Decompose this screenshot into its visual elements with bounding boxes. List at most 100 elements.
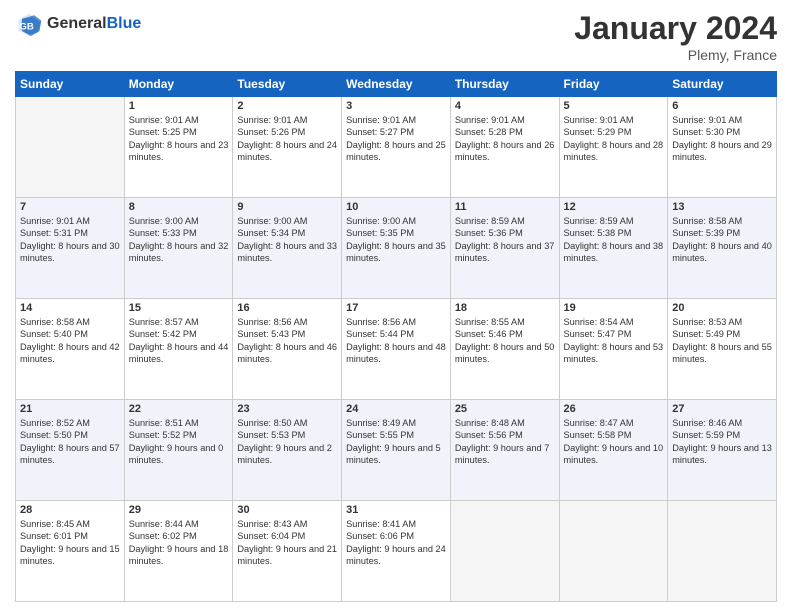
- sunset-text: Sunset: 5:58 PM: [564, 430, 632, 440]
- svg-text:GB: GB: [19, 21, 33, 32]
- daylight-text: Daylight: 8 hours and 48 minutes.: [346, 342, 446, 364]
- sunrise-text: Sunrise: 8:58 AM: [20, 317, 90, 327]
- month-year-title: January 2024: [574, 10, 777, 47]
- calendar-table: Sunday Monday Tuesday Wednesday Thursday…: [15, 71, 777, 602]
- day-number: 26: [564, 403, 664, 415]
- sunset-text: Sunset: 5:26 PM: [237, 127, 305, 137]
- sunset-text: Sunset: 5:50 PM: [20, 430, 88, 440]
- sunset-text: Sunset: 5:43 PM: [237, 329, 305, 339]
- header-friday: Friday: [559, 72, 668, 97]
- day-number: 7: [20, 201, 120, 213]
- daylight-text: Daylight: 8 hours and 29 minutes.: [672, 140, 772, 162]
- daylight-text: Daylight: 8 hours and 25 minutes.: [346, 140, 446, 162]
- header-saturday: Saturday: [668, 72, 777, 97]
- day-info: Sunrise: 9:00 AM Sunset: 5:33 PM Dayligh…: [129, 215, 229, 265]
- sunrise-text: Sunrise: 9:01 AM: [20, 216, 90, 226]
- sunset-text: Sunset: 5:30 PM: [672, 127, 740, 137]
- day-number: 6: [672, 100, 772, 112]
- sunset-text: Sunset: 5:35 PM: [346, 228, 414, 238]
- sunrise-text: Sunrise: 8:44 AM: [129, 519, 199, 529]
- day-info: Sunrise: 9:01 AM Sunset: 5:26 PM Dayligh…: [237, 114, 337, 164]
- calendar-cell-w2-d2: 8 Sunrise: 9:00 AM Sunset: 5:33 PM Dayli…: [124, 198, 233, 299]
- day-info: Sunrise: 8:58 AM Sunset: 5:39 PM Dayligh…: [672, 215, 772, 265]
- day-number: 13: [672, 201, 772, 213]
- daylight-text: Daylight: 8 hours and 55 minutes.: [672, 342, 772, 364]
- day-info: Sunrise: 9:00 AM Sunset: 5:34 PM Dayligh…: [237, 215, 337, 265]
- calendar-cell-w3-d7: 20 Sunrise: 8:53 AM Sunset: 5:49 PM Dayl…: [668, 299, 777, 400]
- sunrise-text: Sunrise: 8:57 AM: [129, 317, 199, 327]
- day-info: Sunrise: 8:59 AM Sunset: 5:36 PM Dayligh…: [455, 215, 555, 265]
- daylight-text: Daylight: 9 hours and 24 minutes.: [346, 544, 446, 566]
- calendar-cell-w3-d4: 17 Sunrise: 8:56 AM Sunset: 5:44 PM Dayl…: [342, 299, 451, 400]
- week-row-5: 28 Sunrise: 8:45 AM Sunset: 6:01 PM Dayl…: [16, 501, 777, 602]
- sunset-text: Sunset: 5:31 PM: [20, 228, 88, 238]
- day-info: Sunrise: 8:44 AM Sunset: 6:02 PM Dayligh…: [129, 518, 229, 568]
- calendar-cell-w2-d1: 7 Sunrise: 9:01 AM Sunset: 5:31 PM Dayli…: [16, 198, 125, 299]
- day-number: 21: [20, 403, 120, 415]
- day-info: Sunrise: 8:47 AM Sunset: 5:58 PM Dayligh…: [564, 417, 664, 467]
- calendar-cell-w4-d4: 24 Sunrise: 8:49 AM Sunset: 5:55 PM Dayl…: [342, 400, 451, 501]
- daylight-text: Daylight: 9 hours and 15 minutes.: [20, 544, 120, 566]
- day-number: 1: [129, 100, 229, 112]
- day-number: 8: [129, 201, 229, 213]
- day-info: Sunrise: 8:58 AM Sunset: 5:40 PM Dayligh…: [20, 316, 120, 366]
- sunrise-text: Sunrise: 9:01 AM: [129, 115, 199, 125]
- day-info: Sunrise: 8:56 AM Sunset: 5:43 PM Dayligh…: [237, 316, 337, 366]
- day-info: Sunrise: 8:54 AM Sunset: 5:47 PM Dayligh…: [564, 316, 664, 366]
- sunrise-text: Sunrise: 8:56 AM: [237, 317, 307, 327]
- day-info: Sunrise: 8:48 AM Sunset: 5:56 PM Dayligh…: [455, 417, 555, 467]
- sunrise-text: Sunrise: 8:51 AM: [129, 418, 199, 428]
- days-header-row: Sunday Monday Tuesday Wednesday Thursday…: [16, 72, 777, 97]
- daylight-text: Daylight: 9 hours and 13 minutes.: [672, 443, 772, 465]
- calendar-cell-w3-d5: 18 Sunrise: 8:55 AM Sunset: 5:46 PM Dayl…: [450, 299, 559, 400]
- sunset-text: Sunset: 6:04 PM: [237, 531, 305, 541]
- calendar-cell-w3-d2: 15 Sunrise: 8:57 AM Sunset: 5:42 PM Dayl…: [124, 299, 233, 400]
- daylight-text: Daylight: 9 hours and 0 minutes.: [129, 443, 224, 465]
- sunset-text: Sunset: 6:02 PM: [129, 531, 197, 541]
- day-info: Sunrise: 8:52 AM Sunset: 5:50 PM Dayligh…: [20, 417, 120, 467]
- day-info: Sunrise: 9:01 AM Sunset: 5:31 PM Dayligh…: [20, 215, 120, 265]
- sunset-text: Sunset: 5:34 PM: [237, 228, 305, 238]
- daylight-text: Daylight: 8 hours and 33 minutes.: [237, 241, 337, 263]
- sunrise-text: Sunrise: 8:45 AM: [20, 519, 90, 529]
- day-number: 2: [237, 100, 337, 112]
- sunrise-text: Sunrise: 8:43 AM: [237, 519, 307, 529]
- sunset-text: Sunset: 5:56 PM: [455, 430, 523, 440]
- calendar-cell-w2-d7: 13 Sunrise: 8:58 AM Sunset: 5:39 PM Dayl…: [668, 198, 777, 299]
- sunset-text: Sunset: 5:46 PM: [455, 329, 523, 339]
- day-info: Sunrise: 9:01 AM Sunset: 5:25 PM Dayligh…: [129, 114, 229, 164]
- calendar-cell-w1-d7: 6 Sunrise: 9:01 AM Sunset: 5:30 PM Dayli…: [668, 97, 777, 198]
- daylight-text: Daylight: 8 hours and 32 minutes.: [129, 241, 229, 263]
- day-number: 3: [346, 100, 446, 112]
- sunset-text: Sunset: 5:59 PM: [672, 430, 740, 440]
- daylight-text: Daylight: 8 hours and 53 minutes.: [564, 342, 664, 364]
- calendar-cell-w4-d6: 26 Sunrise: 8:47 AM Sunset: 5:58 PM Dayl…: [559, 400, 668, 501]
- day-info: Sunrise: 8:49 AM Sunset: 5:55 PM Dayligh…: [346, 417, 446, 467]
- sunrise-text: Sunrise: 8:59 AM: [455, 216, 525, 226]
- sunset-text: Sunset: 5:25 PM: [129, 127, 197, 137]
- header: GB GeneralBlue January 2024 Plemy, Franc…: [15, 10, 777, 63]
- daylight-text: Daylight: 8 hours and 44 minutes.: [129, 342, 229, 364]
- daylight-text: Daylight: 8 hours and 50 minutes.: [455, 342, 555, 364]
- logo-icon: GB: [15, 10, 43, 38]
- day-number: 31: [346, 504, 446, 516]
- calendar-cell-w1-d6: 5 Sunrise: 9:01 AM Sunset: 5:29 PM Dayli…: [559, 97, 668, 198]
- sunset-text: Sunset: 5:52 PM: [129, 430, 197, 440]
- sunset-text: Sunset: 5:33 PM: [129, 228, 197, 238]
- day-number: 4: [455, 100, 555, 112]
- sunrise-text: Sunrise: 8:46 AM: [672, 418, 742, 428]
- day-info: Sunrise: 9:01 AM Sunset: 5:30 PM Dayligh…: [672, 114, 772, 164]
- day-info: Sunrise: 8:45 AM Sunset: 6:01 PM Dayligh…: [20, 518, 120, 568]
- daylight-text: Daylight: 8 hours and 46 minutes.: [237, 342, 337, 364]
- calendar-page: GB GeneralBlue January 2024 Plemy, Franc…: [0, 0, 792, 612]
- sunset-text: Sunset: 5:38 PM: [564, 228, 632, 238]
- week-row-1: 1 Sunrise: 9:01 AM Sunset: 5:25 PM Dayli…: [16, 97, 777, 198]
- calendar-cell-w1-d4: 3 Sunrise: 9:01 AM Sunset: 5:27 PM Dayli…: [342, 97, 451, 198]
- day-number: 9: [237, 201, 337, 213]
- daylight-text: Daylight: 8 hours and 37 minutes.: [455, 241, 555, 263]
- sunset-text: Sunset: 5:36 PM: [455, 228, 523, 238]
- daylight-text: Daylight: 9 hours and 10 minutes.: [564, 443, 664, 465]
- calendar-cell-w3-d3: 16 Sunrise: 8:56 AM Sunset: 5:43 PM Dayl…: [233, 299, 342, 400]
- sunset-text: Sunset: 5:55 PM: [346, 430, 414, 440]
- day-number: 29: [129, 504, 229, 516]
